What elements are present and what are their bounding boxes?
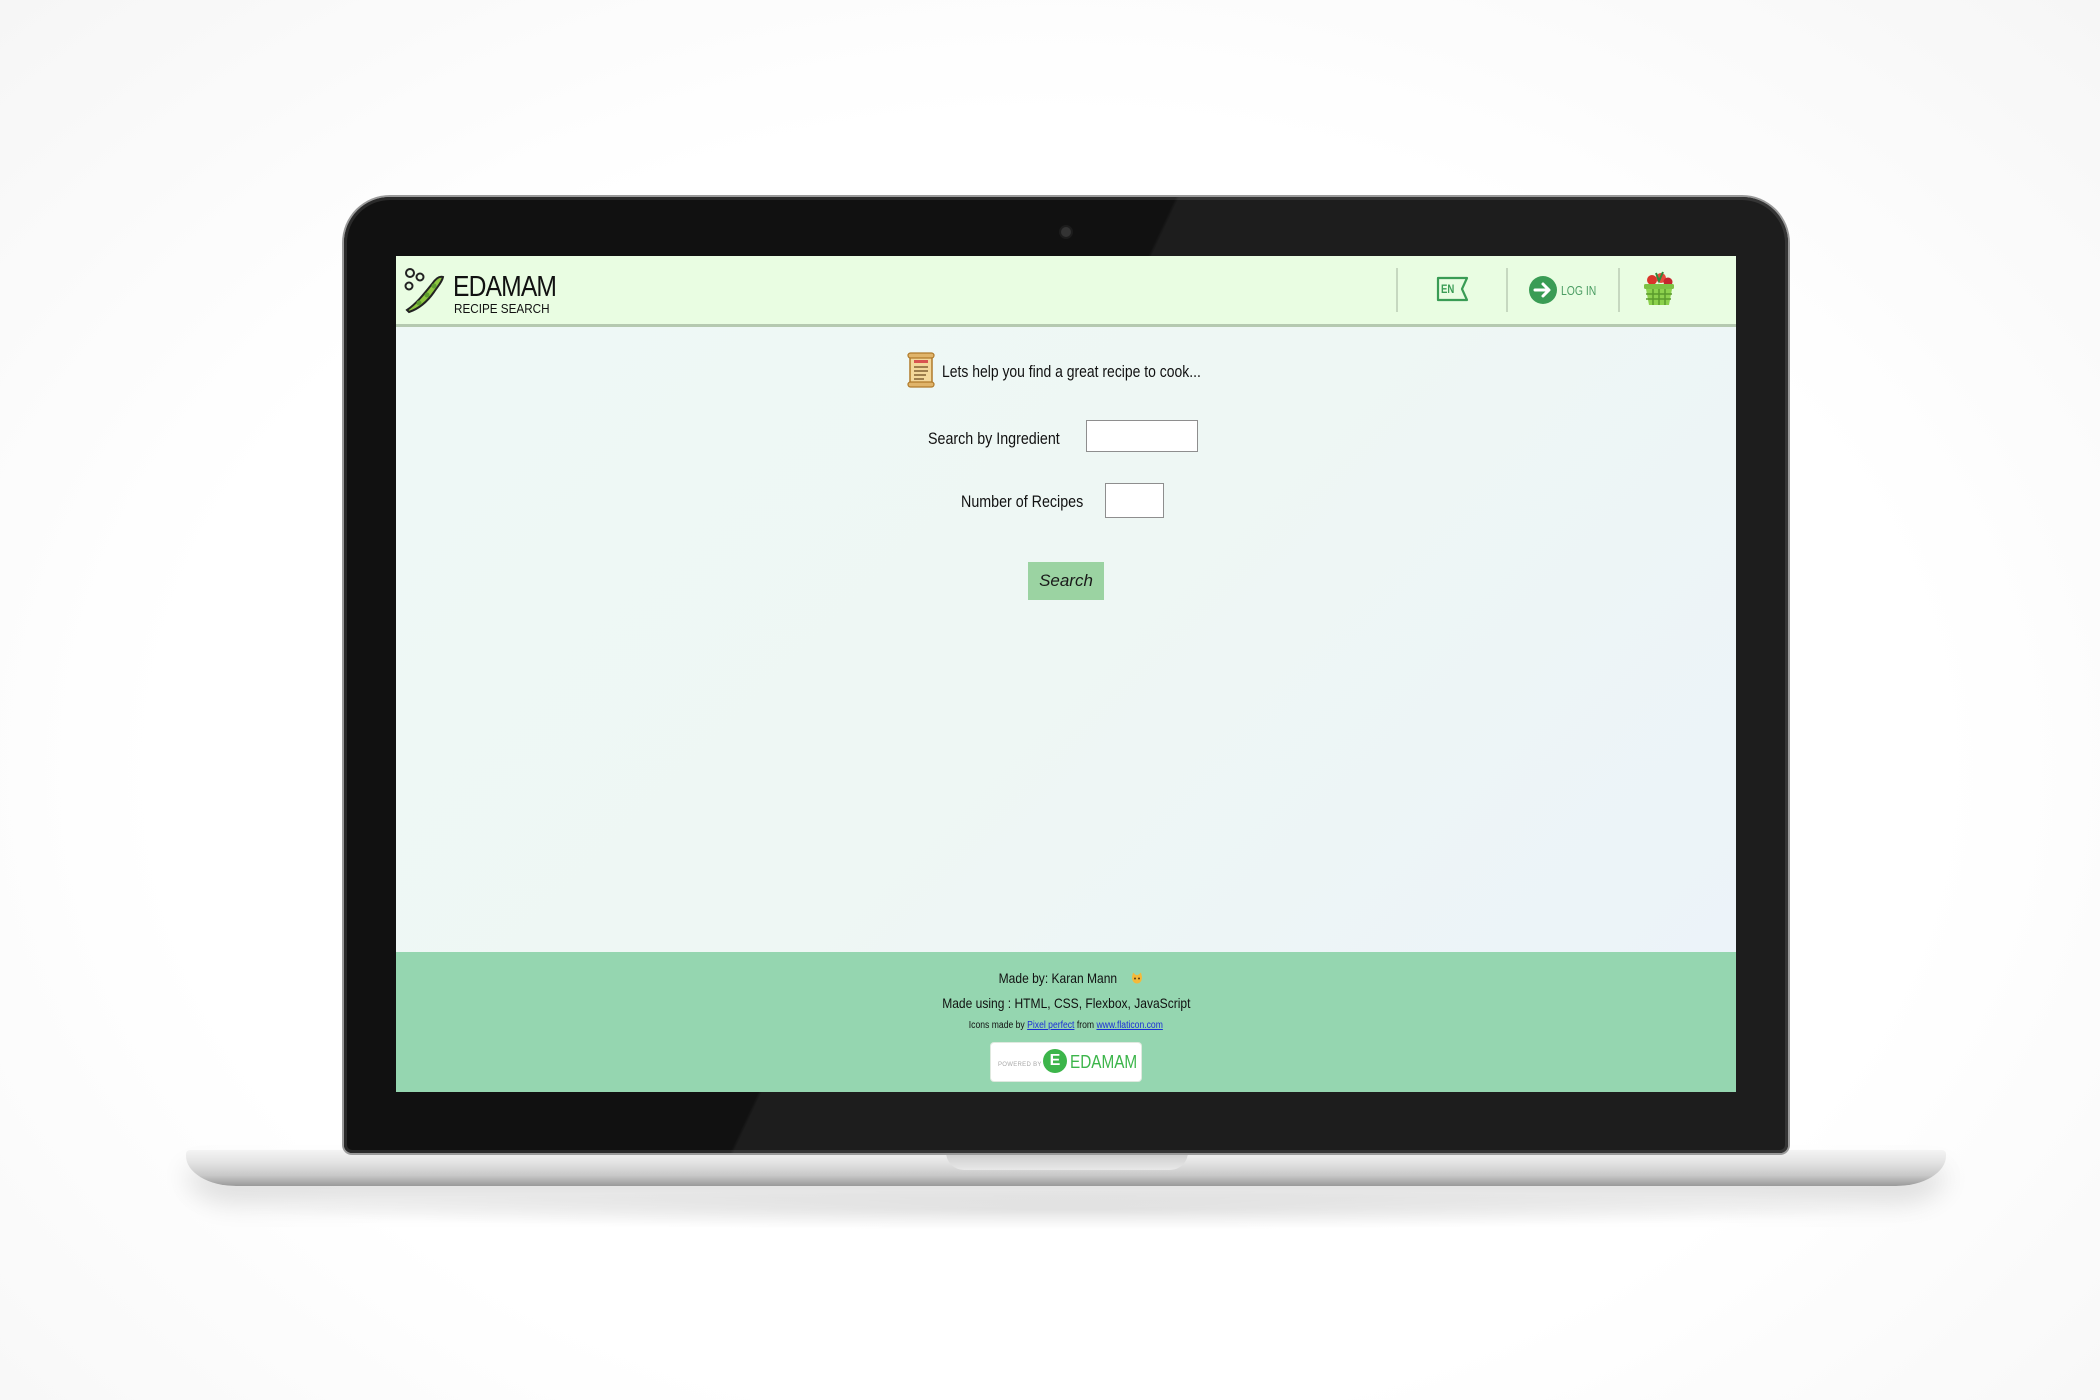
recipes-count-input[interactable]	[1105, 483, 1164, 518]
language-button[interactable]: EN	[1436, 275, 1476, 305]
flaticon-link[interactable]: www.flaticon.com	[1097, 1020, 1163, 1031]
site-logo[interactable]: EDAMAM RECIPE SEARCH	[402, 262, 562, 318]
laptop-hinge-notch	[946, 1150, 1188, 1170]
login-button[interactable]: LOG IN	[1528, 273, 1608, 307]
laptop-lid: EDAMAM RECIPE SEARCH EN LOG IN Lets help…	[344, 197, 1788, 1153]
cat-emoji-icon	[1131, 972, 1142, 984]
icons-credit: Icons made by Pixel perfect from www.fla…	[396, 1020, 1736, 1031]
ingredient-input[interactable]	[1086, 420, 1198, 452]
laptop-shadow	[240, 1190, 1890, 1230]
site-footer: Made by: Karan Mann Made using : HTML, C…	[396, 952, 1736, 1092]
made-using-text: Made using : HTML, CSS, Flexbox, JavaScr…	[941, 995, 1191, 1011]
recipe-scroll-icon	[907, 352, 935, 388]
powered-by-text: POWERED BY	[998, 1062, 1042, 1068]
camera-icon	[1061, 227, 1071, 237]
made-by-credit: Made by: Karan Mann	[396, 970, 1736, 986]
site-header: EDAMAM RECIPE SEARCH EN LOG IN	[396, 256, 1736, 327]
basket-icon[interactable]	[1642, 270, 1676, 308]
made-by-text: Made by: Karan Mann	[998, 970, 1118, 986]
logo-title: EDAMAM	[453, 271, 557, 303]
header-divider	[1396, 268, 1398, 312]
laptop-base	[186, 1150, 1946, 1186]
edamam-e-letter: E	[1049, 1052, 1061, 1069]
intro-text: Lets help you find a great recipe to coo…	[942, 362, 1201, 381]
ingredient-label: Search by Ingredient	[928, 429, 1060, 448]
pixel-perfect-link[interactable]: Pixel perfect	[1027, 1020, 1074, 1031]
language-label: EN	[1441, 282, 1455, 296]
logo-subtitle: RECIPE SEARCH	[454, 301, 550, 316]
laptop-screen: EDAMAM RECIPE SEARCH EN LOG IN Lets help…	[396, 256, 1736, 1092]
photo-background: EDAMAM RECIPE SEARCH EN LOG IN Lets help…	[0, 0, 2100, 1400]
login-label: LOG IN	[1561, 283, 1597, 298]
edamam-e-icon: E	[1043, 1049, 1067, 1073]
icons-made-by-text: Icons made by	[968, 1020, 1025, 1031]
made-using-credit: Made using : HTML, CSS, Flexbox, JavaScr…	[396, 995, 1736, 1011]
header-divider	[1618, 268, 1620, 312]
green-bean-icon	[404, 268, 445, 314]
powered-by-edamam-badge[interactable]: POWERED BY E EDAMAM	[991, 1043, 1141, 1081]
arrow-right-circle-icon	[1529, 276, 1557, 304]
recipes-count-label: Number of Recipes	[961, 492, 1084, 511]
icons-from-text: from	[1077, 1020, 1095, 1031]
search-button[interactable]: Search	[1028, 562, 1104, 600]
edamam-brand-text: EDAMAM	[1070, 1052, 1138, 1072]
header-divider	[1506, 268, 1508, 312]
search-form-area: Lets help you find a great recipe to coo…	[396, 327, 1736, 952]
